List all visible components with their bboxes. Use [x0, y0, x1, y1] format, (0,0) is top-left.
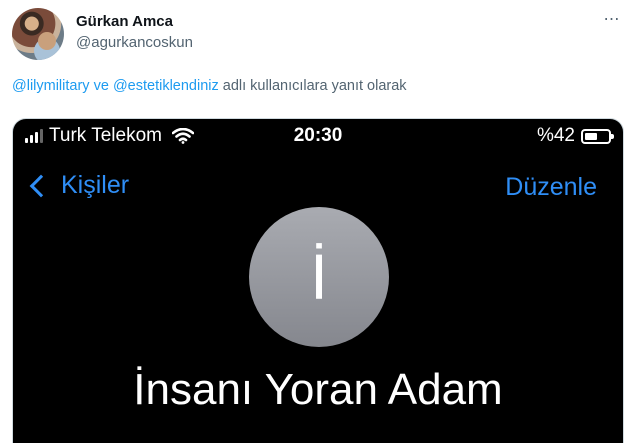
more-options-icon[interactable]: ⋯: [600, 10, 624, 30]
battery-percent: %42: [536, 125, 575, 146]
mention-link[interactable]: @estetiklendiniz: [113, 78, 219, 94]
status-bar-battery: %42: [536, 125, 614, 147]
battery-icon: [581, 128, 614, 144]
mention-link[interactable]: @lilymilitary: [12, 78, 90, 94]
back-button[interactable]: Kişiler: [27, 171, 129, 200]
contact-avatar: İ: [249, 207, 389, 347]
status-bar-time: 20:30: [293, 125, 343, 146]
author-handle[interactable]: @agurkancoskun: [76, 34, 193, 51]
contact-initial: İ: [310, 241, 328, 313]
chevron-left-icon: [29, 174, 53, 197]
replying-to: @lilymilitary ve @estetiklendiniz adlı k…: [12, 78, 407, 94]
edit-button[interactable]: Düzenle: [505, 173, 597, 202]
contact-name: İnsanı Yoran Adam: [133, 365, 503, 414]
author-name[interactable]: Gürkan Amca: [76, 13, 173, 30]
tweet-image[interactable]: Turk Telekom 20:30 %42 Kişiler Düzenle İ…: [12, 118, 624, 443]
reply-suffix: adlı kullanıcılara yanıt olarak: [218, 78, 407, 94]
author-avatar[interactable]: [12, 8, 64, 60]
reply-joiner: ve: [89, 78, 113, 94]
back-label: Kişiler: [61, 171, 130, 199]
